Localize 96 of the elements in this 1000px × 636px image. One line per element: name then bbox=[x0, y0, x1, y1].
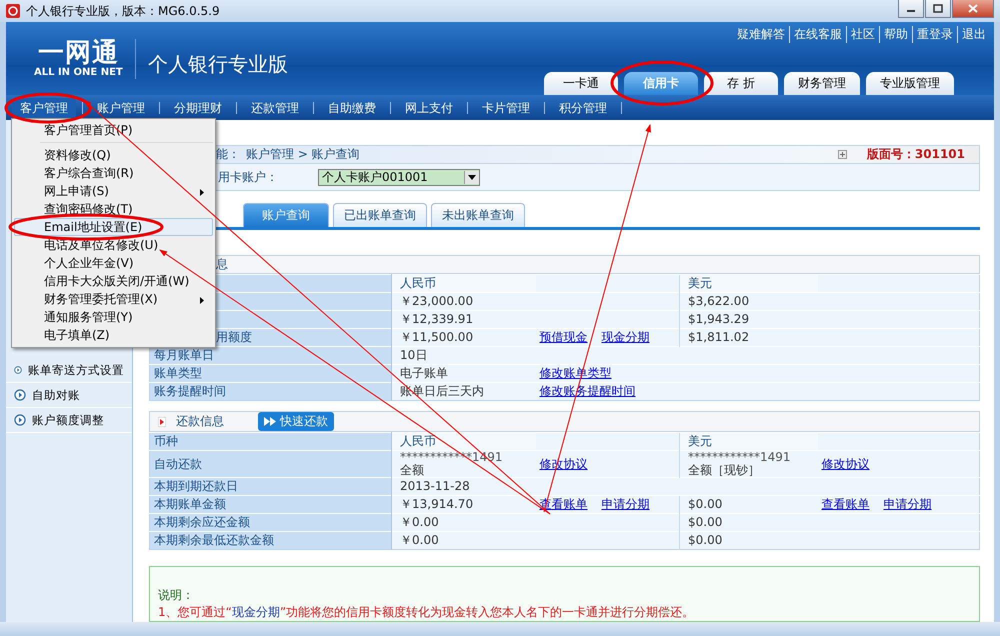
maximize-button[interactable] bbox=[925, 0, 951, 18]
table-cell: 2013-11-28 bbox=[392, 478, 536, 496]
row-label: 本期剩余最低还款金额 bbox=[150, 532, 392, 550]
fast-forward-icon bbox=[264, 417, 276, 426]
table-cell: 人民币 bbox=[392, 274, 536, 292]
sub-tab[interactable]: 未出账单查询 bbox=[431, 203, 525, 227]
breadcrumb-path: 账户管理 > 账户查询 bbox=[246, 146, 360, 163]
table-cell: $0.00 bbox=[680, 496, 818, 514]
section-title: 息 bbox=[216, 256, 228, 273]
table-cell: ￥23,000.00 bbox=[392, 292, 536, 310]
table-cell: $0.00 bbox=[680, 514, 818, 532]
table-cell: ￥11,500.00 bbox=[392, 328, 536, 346]
menu-item[interactable]: 分期理财 bbox=[166, 98, 230, 118]
table-cell: 美元 bbox=[680, 274, 818, 292]
dropdown-item[interactable]: 查询密码修改(T) bbox=[14, 200, 213, 218]
menu-item[interactable]: 自助缴费 bbox=[320, 98, 384, 118]
play-circle-icon bbox=[14, 364, 22, 376]
triangle-icon bbox=[158, 416, 166, 426]
table-cell: $1,943.29 bbox=[680, 310, 818, 328]
header-link[interactable]: 在线客服 bbox=[789, 26, 842, 43]
logo: 一网通 ALL IN ONE NET bbox=[34, 38, 136, 78]
window-title: 个人银行专业版，版本：MG6.0.5.9 bbox=[26, 2, 220, 20]
header-link[interactable]: 疑难解答 bbox=[737, 26, 785, 43]
main-tab[interactable]: 专业版管理 bbox=[866, 72, 954, 95]
account-label: 用卡账户： bbox=[218, 168, 279, 186]
row-label: 币种 bbox=[150, 432, 392, 450]
table-link[interactable]: 现金分期 bbox=[602, 330, 650, 344]
menu-item[interactable]: 卡片管理 bbox=[474, 98, 538, 118]
table-cell: $1,811.02 bbox=[680, 328, 818, 346]
main-tab[interactable]: 一卡通 bbox=[544, 72, 618, 95]
sidebar-item[interactable]: 账户额度调整 bbox=[6, 408, 132, 433]
main-tab[interactable]: 财务管理 bbox=[784, 72, 860, 95]
note-text: 1、您可通过“现金分期”功能将您的信用卡额度转化为现金转入您本人名下的一卡通并进行分期偿还。 bbox=[158, 604, 696, 621]
app-icon bbox=[6, 4, 20, 18]
section-title: 还款信息 bbox=[176, 413, 224, 430]
note-title: 说明： bbox=[158, 587, 195, 604]
maximize-icon bbox=[933, 4, 943, 13]
play-circle-icon bbox=[14, 389, 26, 401]
row-label: 自动还款 bbox=[150, 450, 392, 478]
horizontal-scrollbar[interactable] bbox=[0, 622, 1000, 636]
table-link[interactable]: 申请分期 bbox=[884, 497, 932, 511]
page-number: 版面号：301101 bbox=[866, 146, 965, 163]
dropdown-item[interactable]: 信用卡大众版关闭/开通(W) bbox=[14, 272, 213, 290]
table-link[interactable]: 预借现金 bbox=[540, 330, 588, 344]
table-cell: ￥0.00 bbox=[392, 514, 536, 532]
close-icon bbox=[968, 4, 978, 13]
dropdown-item[interactable]: 网上申请(S) bbox=[14, 182, 213, 200]
table-cell: 美元 bbox=[680, 432, 818, 450]
row-label: 账单类型 bbox=[150, 364, 392, 382]
header-link[interactable]: 社区 bbox=[846, 26, 875, 43]
table-cell: 账单日后三天内 bbox=[392, 382, 536, 400]
table-cell: 电子账单 bbox=[392, 364, 536, 382]
close-button[interactable] bbox=[952, 0, 994, 18]
dropdown-item[interactable]: 客户综合查询(R) bbox=[14, 164, 213, 182]
table-cell: 人民币 bbox=[392, 432, 536, 450]
table-cell: ￥0.00 bbox=[392, 532, 536, 550]
table-cell: $3,622.00 bbox=[680, 292, 818, 310]
table-link[interactable]: 查看账单 bbox=[822, 497, 870, 511]
sub-tab[interactable]: 已出账单查询 bbox=[333, 203, 427, 227]
table-cell: ￥12,339.91 bbox=[392, 310, 536, 328]
dropdown-item[interactable]: 个人企业年金(V) bbox=[14, 254, 213, 272]
main-tab[interactable]: 存 折 bbox=[704, 72, 778, 95]
product-title: 个人银行专业版 bbox=[148, 51, 288, 78]
table-cell: 10日 bbox=[392, 346, 536, 364]
header-link[interactable]: 重登录 bbox=[912, 26, 953, 43]
header-link[interactable]: 退出 bbox=[957, 26, 986, 43]
expand-icon[interactable] bbox=[838, 150, 847, 159]
menu-item[interactable]: 积分管理 bbox=[551, 98, 615, 118]
table-link[interactable]: 修改协议 bbox=[822, 456, 870, 470]
table-cell: $0.00 bbox=[680, 532, 818, 550]
dropdown-item[interactable]: 财务管理委托管理(X) bbox=[14, 290, 213, 308]
dropdown-item[interactable]: Email地址设置(E) bbox=[14, 218, 213, 236]
table-cell: ￥13,914.70 bbox=[392, 496, 536, 514]
dropdown-item[interactable]: 通知服务管理(Y) bbox=[14, 308, 213, 326]
breadcrumb-label: 能： bbox=[216, 146, 240, 163]
minimize-button[interactable] bbox=[898, 0, 924, 18]
sidebar-item[interactable]: 自助对账 bbox=[6, 383, 132, 408]
menu-item[interactable]: 账户管理 bbox=[89, 98, 153, 118]
menu-item[interactable]: 网上支付 bbox=[397, 98, 461, 118]
menu-item[interactable]: 还款管理 bbox=[243, 98, 307, 118]
quick-repay-button[interactable]: 快速还款 bbox=[258, 412, 334, 431]
menu-item[interactable]: 客户管理 bbox=[12, 98, 76, 118]
row-label: 每月账单日 bbox=[150, 346, 392, 364]
dropdown-item[interactable]: 客户管理首页(P) bbox=[14, 121, 213, 139]
dropdown-item[interactable]: 资料修改(Q) bbox=[14, 146, 213, 164]
row-label: 本期账单金额 bbox=[150, 496, 392, 514]
table-link[interactable]: 申请分期 bbox=[602, 497, 650, 511]
account-select[interactable]: 个人卡账户001001 bbox=[318, 168, 480, 186]
row-label: 本期到期还款日 bbox=[150, 478, 392, 496]
dropdown-arrow-icon bbox=[468, 174, 476, 180]
row-label: 本期剩余应还金额 bbox=[150, 514, 392, 532]
sidebar-item[interactable]: 账单寄送方式设置 bbox=[6, 358, 132, 383]
table-cell: ************1491 全额［现钞］ bbox=[680, 450, 818, 478]
play-circle-icon bbox=[14, 414, 26, 426]
row-label: 账务提醒时间 bbox=[150, 382, 392, 400]
header-link[interactable]: 帮助 bbox=[879, 26, 908, 43]
